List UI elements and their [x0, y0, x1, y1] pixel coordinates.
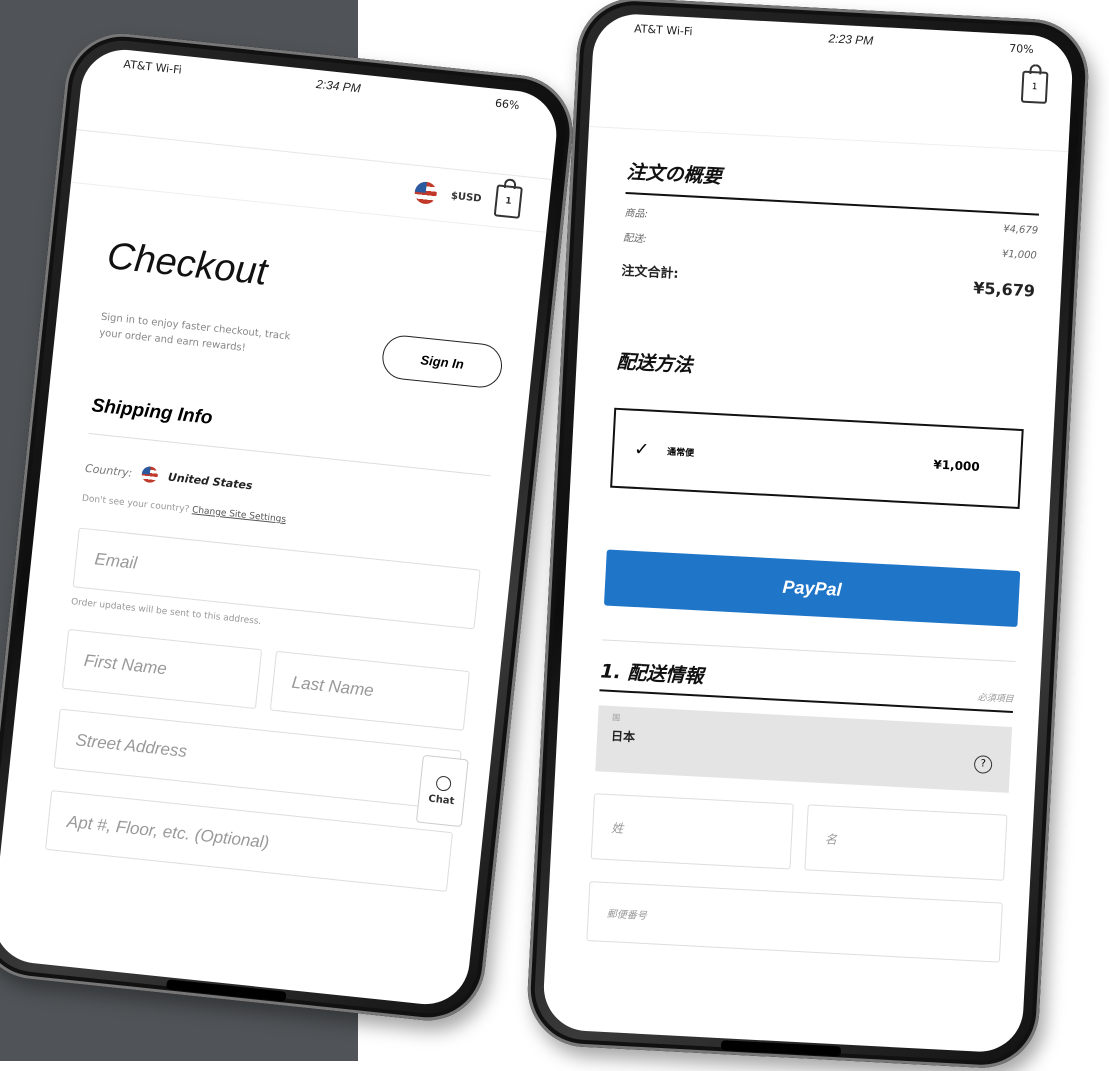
required-note: 必須項目 [977, 693, 1014, 705]
checkmark-icon: ✓ [633, 438, 650, 461]
items-value: ¥4,679 [1002, 223, 1039, 237]
first-name-field[interactable]: 名 [804, 804, 1008, 881]
total-value: ¥5,679 [972, 278, 1036, 301]
items-label: 商品: [624, 207, 649, 221]
us-flag-icon [141, 465, 159, 484]
currency-label[interactable]: $USD [450, 190, 482, 204]
shopping-bag-icon[interactable]: 1 [493, 184, 523, 219]
left-phone-screen: AT&T Wi-Fi 2:34 PM 66% $USD 1 Checkout S… [0, 45, 561, 1009]
battery-label: 70% [1008, 41, 1034, 56]
paypal-button[interactable]: PayPal [603, 549, 1021, 628]
shipping-info-heading: Shipping Info [88, 395, 495, 477]
right-phone-mockup: AT&T Wi-Fi 2:23 PM 70% 1 注文の概要 商品: ¥4,67… [524, 0, 1092, 1071]
sign-in-button[interactable]: Sign In [380, 333, 505, 390]
total-label: 注文合計: [621, 263, 679, 282]
shipping-method-heading: 配送方法 [616, 350, 694, 377]
country-select[interactable]: 国 日本 ? [595, 705, 1013, 793]
left-phone-mockup: AT&T Wi-Fi 2:34 PM 66% $USD 1 Checkout S… [0, 27, 579, 1027]
battery-label: 66% [494, 96, 521, 112]
chat-bubble-icon [434, 775, 452, 792]
carrier-label: AT&T Wi-Fi [633, 21, 693, 38]
first-name-field[interactable]: First Name [61, 628, 263, 709]
us-flag-icon[interactable] [414, 180, 439, 206]
change-site-settings-link[interactable]: Change Site Settings [192, 505, 287, 525]
time-label: 2:23 PM [828, 31, 874, 48]
chat-button[interactable]: Chat [415, 754, 469, 828]
help-icon[interactable]: ? [973, 755, 993, 774]
time-label: 2:34 PM [315, 76, 362, 96]
country-value: United States [167, 470, 254, 492]
postal-code-field[interactable]: 郵便番号 [586, 881, 1003, 963]
country-help-text: Don't see your country? [81, 493, 190, 515]
country-label: Country: [84, 461, 133, 480]
chat-label: Chat [427, 793, 455, 808]
carrier-label: AT&T Wi-Fi [122, 57, 183, 77]
apt-field[interactable]: Apt #, Floor, etc. (Optional) [45, 790, 454, 892]
shopping-bag-icon[interactable]: 1 [1020, 70, 1049, 104]
shipping-label: 配送: [622, 232, 647, 246]
divider [602, 639, 1016, 663]
cart-count: 1 [504, 196, 512, 207]
cart-count: 1 [1031, 82, 1038, 93]
shipping-method-option[interactable]: ✓ 通常便 ¥1,000 [610, 407, 1024, 510]
email-field[interactable]: Email [72, 527, 481, 630]
shipping-method-name: 通常便 [666, 447, 695, 459]
total-row: 注文合計: ¥5,679 [621, 260, 1035, 301]
shipping-info-title: 1. 配送情報 [599, 660, 704, 688]
shipping-method-price: ¥1,000 [933, 457, 981, 474]
last-name-field[interactable]: Last Name [269, 650, 470, 731]
right-phone-screen: AT&T Wi-Fi 2:23 PM 70% 1 注文の概要 商品: ¥4,67… [541, 12, 1075, 1054]
shipping-method-left: ✓ 通常便 [634, 438, 695, 462]
shipping-info-heading: 1. 配送情報 必須項目 [599, 656, 1015, 713]
shipping-value: ¥1,000 [1001, 248, 1038, 262]
last-name-field[interactable]: 姓 [590, 793, 794, 870]
name-fields: 姓 名 [590, 793, 1008, 881]
signin-text: Sign in to enjoy faster checkout, track … [98, 311, 291, 354]
signin-row: Sign in to enjoy faster checkout, track … [98, 304, 505, 390]
